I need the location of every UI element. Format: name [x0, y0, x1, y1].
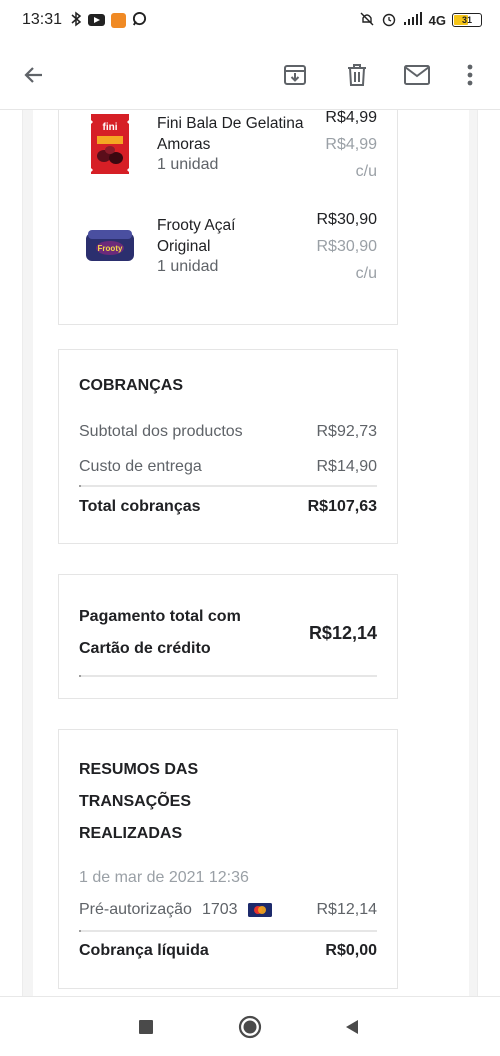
system-nav-bar [0, 996, 500, 1056]
card-last4: 1703 [201, 901, 238, 918]
product-price: R$30,90 [316, 211, 378, 228]
alarm-icon [381, 11, 397, 30]
home-circle-icon [238, 1015, 262, 1039]
net-charge-row: Cobrança líquida R$0,00 [79, 942, 377, 960]
transaction-date: 1 de mar de 2021 12:36 [79, 869, 249, 886]
product-unit-price: R$4,99 [325, 136, 377, 153]
battery-percent: 31 [461, 15, 472, 25]
transactions-title: RESUMOS DAS TRANSAÇÕES REALIZADAS [79, 754, 198, 850]
total-row: Total cobranças R$107,63 [79, 498, 377, 516]
mastercard-icon [247, 903, 272, 917]
preauth-info: Pré-autorização 1703 [79, 901, 272, 919]
product-unit-price: R$30,90 [316, 238, 378, 255]
svg-text:fini: fini [103, 122, 118, 133]
divider [79, 930, 377, 932]
preauth-row: Pré-autorização 1703 R$12,14 [79, 901, 377, 919]
preauth-label: Pré-autorização [79, 901, 192, 918]
transactions-title-line: REALIZADAS [79, 825, 183, 842]
total-value: R$107,63 [307, 498, 377, 515]
product-name: Fini Bala De Gelatina Amoras [157, 113, 303, 155]
delivery-value: R$14,90 [316, 458, 378, 475]
battery-icon: 31 [452, 13, 482, 27]
net-charge-value: R$0,00 [325, 942, 377, 959]
bluetooth-icon [70, 11, 82, 30]
back-button[interactable] [16, 57, 52, 93]
clock: 13:31 [22, 11, 63, 28]
subtotal-row: Subtotal dos productos R$92,73 [79, 423, 377, 441]
youtube-icon [88, 14, 106, 26]
divider [79, 675, 377, 677]
recents-button[interactable] [134, 1015, 158, 1039]
transactions-title-line: TRANSAÇÕES [79, 793, 192, 810]
charges-card: COBRANÇAS Subtotal dos productos R$92,73… [58, 349, 398, 544]
back-triangle-icon [346, 1020, 358, 1034]
back-arrow-icon [24, 67, 42, 83]
mute-icon [359, 11, 375, 30]
product-unit-label: c/u [355, 265, 377, 282]
net-charge-label: Cobrança líquida [79, 942, 209, 959]
svg-text:Frooty: Frooty [98, 244, 123, 253]
product-name-line: Frooty Açaí [157, 217, 236, 234]
delivery-label: Custo de entrega [79, 458, 202, 475]
product-image: fini [89, 114, 131, 174]
home-button[interactable] [238, 1015, 262, 1039]
divider [79, 485, 377, 487]
payment-card: Pagamento total com Cartão de crédito R$… [58, 574, 398, 699]
system-icons: 4G 31 [359, 11, 482, 30]
preauth-value: R$12,14 [316, 901, 378, 918]
archive-icon [284, 65, 306, 85]
more-vert-icon [467, 64, 473, 86]
subtotal-value: R$92,73 [316, 423, 378, 440]
status-bar: 13:31 4G 31 [0, 0, 500, 40]
delete-button[interactable] [339, 57, 375, 93]
products-card: fini Fini Bala De Gelatina Amoras 1 unid… [58, 110, 398, 325]
product-quantity: 1 unidad [157, 258, 219, 275]
signal-icon [403, 11, 423, 29]
network-type: 4G [428, 12, 446, 28]
back-nav-button[interactable] [340, 1015, 364, 1039]
product-name-line: Amoras [157, 136, 211, 153]
product-image: Frooty [85, 229, 135, 263]
subtotal-label: Subtotal dos productos [79, 423, 243, 440]
app-icon [111, 12, 127, 28]
mail-icon [404, 65, 430, 85]
archive-button[interactable] [277, 57, 313, 93]
square-icon [139, 1020, 153, 1034]
product-name-line: Fini Bala De Gelatina [157, 115, 304, 132]
email-toolbar [0, 40, 500, 110]
email-body[interactable]: fini Fini Bala De Gelatina Amoras 1 unid… [0, 110, 500, 996]
payment-value: R$12,14 [308, 623, 377, 643]
product-price: R$4,99 [325, 110, 377, 126]
payment-label-line: Cartão de crédito [79, 640, 211, 657]
payment-label: Pagamento total com Cartão de crédito [79, 601, 241, 665]
transactions-card: RESUMOS DAS TRANSAÇÕES REALIZADAS 1 de m… [58, 729, 398, 989]
delete-icon [348, 64, 366, 86]
notification-icons [70, 11, 147, 30]
whatsapp-icon [132, 11, 147, 29]
delivery-row: Custo de entrega R$14,90 [79, 458, 377, 476]
product-name-line: Original [157, 238, 211, 255]
total-label: Total cobranças [79, 498, 201, 515]
transactions-title-line: RESUMOS DAS [79, 761, 199, 778]
mark-unread-button[interactable] [399, 57, 435, 93]
product-name: Frooty Açaí Original [157, 215, 235, 257]
charges-title: COBRANÇAS [79, 377, 183, 394]
payment-label-line: Pagamento total com [79, 608, 241, 625]
product-unit-label: c/u [355, 163, 377, 180]
product-quantity: 1 unidad [157, 156, 219, 173]
more-options-button[interactable] [452, 57, 488, 93]
